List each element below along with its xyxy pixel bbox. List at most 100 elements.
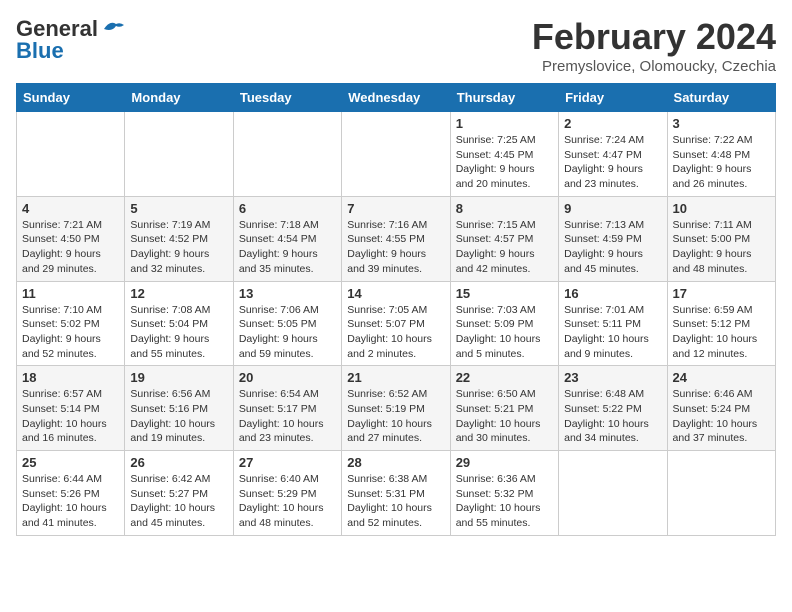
calendar-cell: 24Sunrise: 6:46 AMSunset: 5:24 PMDayligh… [667, 366, 775, 451]
calendar-cell: 25 Sunrise: 6:44 AMSunset: 5:26 PMDayligh… [17, 451, 125, 536]
calendar-cell: 4 Sunrise: 7:21 AMSunset: 4:50 PMDaylight… [17, 196, 125, 281]
weekday-header-saturday: Saturday [667, 84, 775, 112]
day-number: 18 [22, 370, 119, 385]
day-info: Sunrise: 6:59 AMSunset: 5:12 PMDaylight:… [673, 303, 770, 362]
day-info: Sunrise: 6:42 AMSunset: 5:27 PMDaylight:… [130, 472, 227, 531]
weekday-header-tuesday: Tuesday [233, 84, 341, 112]
calendar-cell: 7Sunrise: 7:16 AMSunset: 4:55 PMDaylight… [342, 196, 450, 281]
day-number: 27 [239, 455, 336, 470]
day-number: 3 [673, 116, 770, 131]
day-info: Sunrise: 6:50 AMSunset: 5:21 PMDaylight:… [456, 387, 553, 446]
day-number: 2 [564, 116, 661, 131]
calendar-cell: 20Sunrise: 6:54 AMSunset: 5:17 PMDayligh… [233, 366, 341, 451]
day-number: 25 [22, 455, 119, 470]
calendar-table: SundayMondayTuesdayWednesdayThursdayFrid… [16, 83, 776, 536]
day-info: Sunrise: 7:05 AMSunset: 5:07 PMDaylight:… [347, 303, 444, 362]
day-info: Sunrise: 6:52 AMSunset: 5:19 PMDaylight:… [347, 387, 444, 446]
day-info: Sunrise: 7:18 AMSunset: 4:54 PMDaylight:… [239, 218, 336, 277]
day-info: Sunrise: 6:44 AMSunset: 5:26 PMDaylight:… [22, 472, 119, 531]
day-number: 15 [456, 286, 553, 301]
day-info: Sunrise: 6:38 AMSunset: 5:31 PMDaylight:… [347, 472, 444, 531]
day-number: 5 [130, 201, 227, 216]
day-number: 11 [22, 286, 119, 301]
day-info: Sunrise: 7:10 AMSunset: 5:02 PMDaylight:… [22, 303, 119, 362]
day-info: Sunrise: 6:36 AMSunset: 5:32 PMDaylight:… [456, 472, 553, 531]
calendar-week-4: 18 Sunrise: 6:57 AMSunset: 5:14 PMDayligh… [17, 366, 776, 451]
calendar-cell: 3 Sunrise: 7:22 AMSunset: 4:48 PMDaylight… [667, 112, 775, 197]
calendar-cell: 13 Sunrise: 7:06 AMSunset: 5:05 PMDayligh… [233, 281, 341, 366]
logo: General Blue [16, 16, 124, 64]
calendar-cell: 27 Sunrise: 6:40 AMSunset: 5:29 PMDayligh… [233, 451, 341, 536]
day-info: Sunrise: 7:08 AMSunset: 5:04 PMDaylight:… [130, 303, 227, 362]
calendar-cell: 8 Sunrise: 7:15 AMSunset: 4:57 PMDaylight… [450, 196, 558, 281]
day-info: Sunrise: 7:22 AMSunset: 4:48 PMDaylight:… [673, 133, 770, 192]
day-number: 8 [456, 201, 553, 216]
day-info: Sunrise: 7:06 AMSunset: 5:05 PMDaylight:… [239, 303, 336, 362]
calendar-cell: 11 Sunrise: 7:10 AMSunset: 5:02 PMDayligh… [17, 281, 125, 366]
day-info: Sunrise: 6:48 AMSunset: 5:22 PMDaylight:… [564, 387, 661, 446]
calendar-cell: 26 Sunrise: 6:42 AMSunset: 5:27 PMDayligh… [125, 451, 233, 536]
day-info: Sunrise: 6:56 AMSunset: 5:16 PMDaylight:… [130, 387, 227, 446]
logo-text-blue: Blue [16, 38, 64, 64]
day-info: Sunrise: 7:15 AMSunset: 4:57 PMDaylight:… [456, 218, 553, 277]
calendar-cell [667, 451, 775, 536]
weekday-header-wednesday: Wednesday [342, 84, 450, 112]
calendar-cell: 15 Sunrise: 7:03 AMSunset: 5:09 PMDayligh… [450, 281, 558, 366]
day-info: Sunrise: 6:57 AMSunset: 5:14 PMDaylight:… [22, 387, 119, 446]
weekday-header-thursday: Thursday [450, 84, 558, 112]
calendar-cell: 2Sunrise: 7:24 AMSunset: 4:47 PMDaylight… [559, 112, 667, 197]
calendar-cell: 22 Sunrise: 6:50 AMSunset: 5:21 PMDayligh… [450, 366, 558, 451]
calendar-cell [233, 112, 341, 197]
calendar-week-1: 1 Sunrise: 7:25 AMSunset: 4:45 PMDaylight… [17, 112, 776, 197]
weekday-header-sunday: Sunday [17, 84, 125, 112]
day-number: 13 [239, 286, 336, 301]
day-number: 26 [130, 455, 227, 470]
calendar-cell: 12 Sunrise: 7:08 AMSunset: 5:04 PMDayligh… [125, 281, 233, 366]
day-number: 10 [673, 201, 770, 216]
calendar-cell: 5 Sunrise: 7:19 AMSunset: 4:52 PMDaylight… [125, 196, 233, 281]
weekday-header-monday: Monday [125, 84, 233, 112]
day-info: Sunrise: 7:13 AMSunset: 4:59 PMDaylight:… [564, 218, 661, 277]
calendar-cell: 28 Sunrise: 6:38 AMSunset: 5:31 PMDayligh… [342, 451, 450, 536]
page-header: General Blue February 2024 Premyslovice,… [16, 16, 776, 75]
logo-bird-icon [102, 20, 124, 38]
day-number: 17 [673, 286, 770, 301]
day-number: 23 [564, 370, 661, 385]
calendar-cell: 16Sunrise: 7:01 AMSunset: 5:11 PMDayligh… [559, 281, 667, 366]
day-number: 16 [564, 286, 661, 301]
calendar-cell: 29 Sunrise: 6:36 AMSunset: 5:32 PMDayligh… [450, 451, 558, 536]
calendar-cell: 18 Sunrise: 6:57 AMSunset: 5:14 PMDayligh… [17, 366, 125, 451]
title-area: February 2024 Premyslovice, Olomoucky, C… [532, 16, 776, 75]
day-number: 12 [130, 286, 227, 301]
day-number: 1 [456, 116, 553, 131]
calendar-cell: 14Sunrise: 7:05 AMSunset: 5:07 PMDayligh… [342, 281, 450, 366]
day-number: 29 [456, 455, 553, 470]
day-info: Sunrise: 7:25 AMSunset: 4:45 PMDaylight:… [456, 133, 553, 192]
day-number: 21 [347, 370, 444, 385]
day-info: Sunrise: 7:11 AMSunset: 5:00 PMDaylight:… [673, 218, 770, 277]
calendar-week-5: 25 Sunrise: 6:44 AMSunset: 5:26 PMDayligh… [17, 451, 776, 536]
calendar-week-2: 4 Sunrise: 7:21 AMSunset: 4:50 PMDaylight… [17, 196, 776, 281]
month-title: February 2024 [532, 16, 776, 58]
weekday-header-row: SundayMondayTuesdayWednesdayThursdayFrid… [17, 84, 776, 112]
calendar-cell [342, 112, 450, 197]
day-number: 28 [347, 455, 444, 470]
day-info: Sunrise: 6:40 AMSunset: 5:29 PMDaylight:… [239, 472, 336, 531]
day-info: Sunrise: 6:46 AMSunset: 5:24 PMDaylight:… [673, 387, 770, 446]
day-number: 22 [456, 370, 553, 385]
calendar-cell: 19Sunrise: 6:56 AMSunset: 5:16 PMDayligh… [125, 366, 233, 451]
calendar-cell: 23 Sunrise: 6:48 AMSunset: 5:22 PMDayligh… [559, 366, 667, 451]
weekday-header-friday: Friday [559, 84, 667, 112]
calendar-cell: 9 Sunrise: 7:13 AMSunset: 4:59 PMDaylight… [559, 196, 667, 281]
calendar-cell [17, 112, 125, 197]
day-info: Sunrise: 7:19 AMSunset: 4:52 PMDaylight:… [130, 218, 227, 277]
day-info: Sunrise: 7:16 AMSunset: 4:55 PMDaylight:… [347, 218, 444, 277]
day-number: 4 [22, 201, 119, 216]
day-info: Sunrise: 7:03 AMSunset: 5:09 PMDaylight:… [456, 303, 553, 362]
day-info: Sunrise: 7:21 AMSunset: 4:50 PMDaylight:… [22, 218, 119, 277]
day-info: Sunrise: 6:54 AMSunset: 5:17 PMDaylight:… [239, 387, 336, 446]
calendar-week-3: 11 Sunrise: 7:10 AMSunset: 5:02 PMDayligh… [17, 281, 776, 366]
calendar-cell: 10 Sunrise: 7:11 AMSunset: 5:00 PMDayligh… [667, 196, 775, 281]
day-number: 9 [564, 201, 661, 216]
calendar-cell [559, 451, 667, 536]
